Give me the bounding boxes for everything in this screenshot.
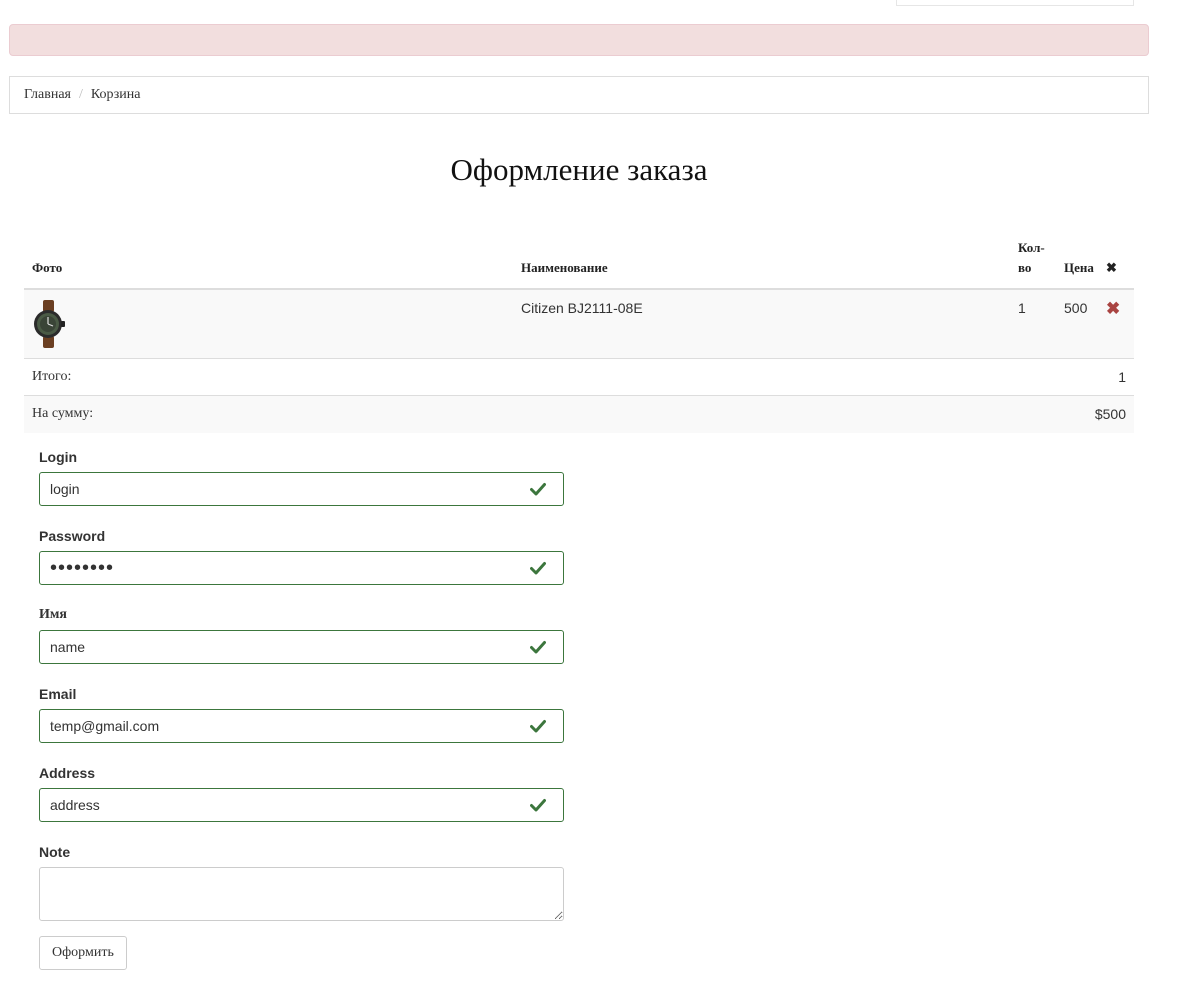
total-value: 1 [1010,358,1134,396]
total-label: Итого: [24,358,1010,396]
email-group: Email [39,683,564,743]
col-header-photo: Фото [24,232,513,290]
check-icon [530,799,546,812]
page-title: Оформление заказа [450,152,708,187]
submit-order-button[interactable]: Оформить [39,936,127,970]
breadcrumb-home-link[interactable]: Главная [24,87,71,103]
note-textarea[interactable] [39,867,564,921]
address-group: Address [39,762,564,822]
note-label: Note [39,844,71,860]
email-label: Email [39,686,77,702]
login-field-wrap [39,472,564,506]
password-label: Password [39,528,106,544]
address-input[interactable] [39,788,564,822]
item-photo-cell [24,289,513,359]
col-header-price: Цена [1056,232,1106,290]
alert-bar [9,24,1149,56]
cart-header-row: Фото Наименование Кол-во Цена ✖ [24,232,1134,290]
check-icon [530,562,546,575]
name-field-wrap [39,630,564,664]
check-icon [530,720,546,733]
login-label: Login [39,449,78,465]
item-qty: 1 [1010,289,1056,359]
breadcrumb-separator: / [79,87,83,102]
watch-icon[interactable] [32,300,66,348]
password-input[interactable] [39,551,564,585]
login-input[interactable] [39,472,564,506]
login-group: Login [39,446,564,506]
check-icon [530,483,546,496]
name-input[interactable] [39,630,564,664]
email-input[interactable] [39,709,564,743]
note-group: Note [39,841,564,921]
sum-value: $500 [1010,395,1134,433]
password-field-wrap [39,551,564,585]
clear-cart-icon[interactable]: ✖ [1106,232,1134,290]
name-group: Имя [39,604,564,664]
top-search-box[interactable] [896,0,1134,6]
address-label: Address [39,765,96,781]
name-label: Имя [39,607,67,622]
remove-item-cell: ✖ [1106,289,1134,359]
table-row: Citizen BJ2111-08E 1 500 ✖ [24,289,1134,359]
breadcrumb: Главная / Корзина [9,76,1149,114]
breadcrumb-current: Корзина [90,87,141,102]
col-header-name: Наименование [513,232,1010,290]
item-name: Citizen BJ2111-08E [513,289,1010,359]
sum-label: На сумму: [24,395,1010,433]
email-field-wrap [39,709,564,743]
total-row: Итого: 1 [24,358,1134,396]
remove-item-icon[interactable]: ✖ [1106,299,1120,318]
order-form: Login Password Имя Email Address [39,446,564,970]
password-group: Password [39,525,564,585]
sum-row: На сумму: $500 [24,395,1134,433]
item-price: 500 [1056,289,1106,359]
address-field-wrap [39,788,564,822]
cart-table: Фото Наименование Кол-во Цена ✖ Citizen … [24,232,1134,433]
col-header-qty: Кол-во [1010,232,1056,290]
check-icon [530,641,546,654]
